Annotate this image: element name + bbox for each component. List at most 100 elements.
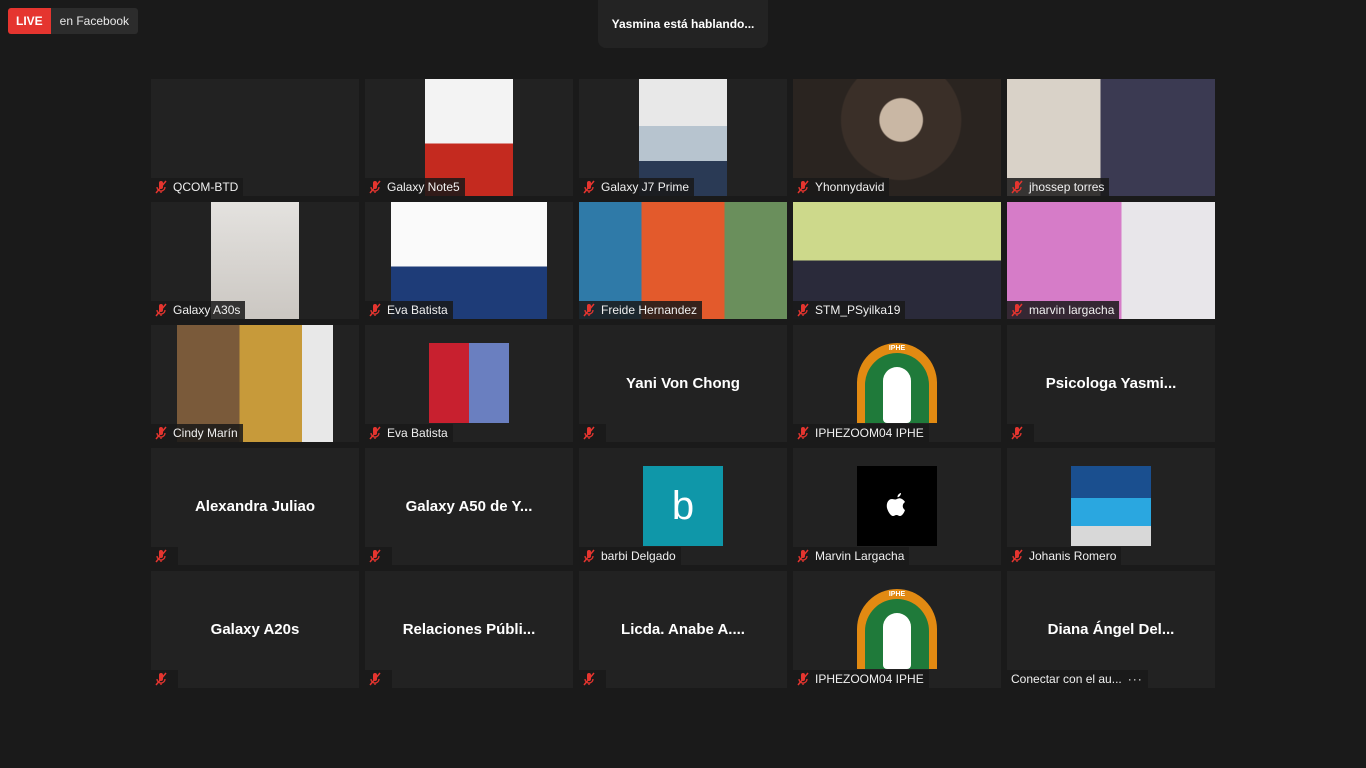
participant-tile[interactable]: IPHE IPHEZOOM04 IPHE	[793, 325, 1001, 442]
mic-muted-icon	[797, 180, 809, 194]
participant-label	[365, 547, 392, 565]
participant-label: Johanis Romero	[1007, 547, 1122, 565]
participant-display-name: Galaxy A20s	[210, 621, 300, 638]
iphe-logo: IPHE	[857, 589, 937, 669]
participant-name: STM_PSyilka19	[815, 303, 901, 317]
live-platform: en Facebook	[50, 8, 139, 34]
participant-label: marvin largacha	[1007, 301, 1120, 319]
apple-logo-icon	[857, 466, 937, 546]
participant-label	[151, 670, 178, 688]
gallery-grid: QCOM-BTD Galaxy Note5 Galaxy J7 Prime Yh…	[151, 79, 1215, 688]
participant-tile[interactable]: Alexandra Juliao	[151, 448, 359, 565]
participant-display-name: Galaxy A50 de Y...	[405, 498, 533, 515]
participant-tile[interactable]: Psicologa Yasmi...	[1007, 325, 1215, 442]
participant-display-name: Psicologa Yasmi...	[1045, 375, 1177, 392]
participant-label	[579, 424, 606, 442]
participant-tile[interactable]: b barbi Delgado	[579, 448, 787, 565]
profile-picture	[429, 343, 509, 423]
participant-tile[interactable]: Galaxy J7 Prime	[579, 79, 787, 196]
participant-display-name: Licda. Anabe A....	[621, 621, 745, 638]
participant-label: STM_PSyilka19	[793, 301, 906, 319]
mic-muted-icon	[369, 303, 381, 317]
participant-label: Marvin Largacha	[793, 547, 910, 565]
mic-muted-icon	[797, 549, 809, 563]
participant-name: IPHEZOOM04 IPHE	[815, 672, 924, 686]
mic-muted-icon	[1011, 303, 1023, 317]
mic-muted-icon	[583, 303, 595, 317]
participant-name: jhossep torres	[1029, 180, 1105, 194]
iphe-logo: IPHE	[857, 343, 937, 423]
participant-label: Yhonnydavid	[793, 178, 890, 196]
mic-muted-icon	[1011, 180, 1023, 194]
participant-tile[interactable]: Galaxy Note5	[365, 79, 573, 196]
live-indicator: LIVE	[8, 8, 51, 34]
participant-label: IPHEZOOM04 IPHE	[793, 424, 929, 442]
participant-name: IPHEZOOM04 IPHE	[815, 426, 924, 440]
participant-name: Cindy Marín	[173, 426, 238, 440]
mic-muted-icon	[583, 672, 595, 686]
participant-tile[interactable]: Eva Batista	[365, 325, 573, 442]
audio-connect-status: Conectar con el au...	[1011, 672, 1122, 686]
more-options-icon[interactable]: ···	[1128, 672, 1143, 686]
participant-tile[interactable]: Freide Hernandez	[579, 202, 787, 319]
participant-label	[1007, 424, 1034, 442]
participant-name: Freide Hernandez	[601, 303, 698, 317]
participant-name: marvin largacha	[1029, 303, 1115, 317]
letter-avatar: b	[643, 466, 723, 546]
participant-name: Eva Batista	[387, 303, 448, 317]
participant-tile[interactable]: Marvin Largacha	[793, 448, 1001, 565]
participant-tile[interactable]: marvin largacha	[1007, 202, 1215, 319]
mic-muted-icon	[1011, 426, 1023, 440]
participant-name: Galaxy A30s	[173, 303, 241, 317]
mic-muted-icon	[583, 426, 595, 440]
participant-tile[interactable]: Galaxy A30s	[151, 202, 359, 319]
mic-muted-icon	[369, 426, 381, 440]
active-speaker-banner: Yasmina está hablando...	[598, 0, 768, 48]
participant-label: Eva Batista	[365, 424, 453, 442]
participant-label: QCOM-BTD	[151, 178, 244, 196]
mic-muted-icon	[583, 180, 595, 194]
participant-tile[interactable]: Yani Von Chong	[579, 325, 787, 442]
participant-tile[interactable]: Johanis Romero	[1007, 448, 1215, 565]
participant-label: Galaxy J7 Prime	[579, 178, 695, 196]
mic-muted-icon	[155, 549, 167, 563]
participant-label: Galaxy Note5	[365, 178, 465, 196]
participant-tile[interactable]: Galaxy A20s	[151, 571, 359, 688]
mic-muted-icon	[797, 672, 809, 686]
participant-display-name: Relaciones Públi...	[402, 621, 536, 638]
participant-tile[interactable]: Yhonnydavid	[793, 79, 1001, 196]
mic-muted-icon	[155, 180, 167, 194]
participant-name: barbi Delgado	[601, 549, 676, 563]
mic-muted-icon	[369, 549, 381, 563]
mic-muted-icon	[797, 426, 809, 440]
participant-display-name: Alexandra Juliao	[194, 498, 316, 515]
participant-name: Yhonnydavid	[815, 180, 885, 194]
mic-muted-icon	[583, 549, 595, 563]
mic-muted-icon	[369, 672, 381, 686]
participant-tile[interactable]: Cindy Marín	[151, 325, 359, 442]
participant-name: QCOM-BTD	[173, 180, 239, 194]
participant-tile[interactable]: Diana Ángel Del... Conectar con el au...…	[1007, 571, 1215, 688]
participant-label: jhossep torres	[1007, 178, 1110, 196]
participant-label	[579, 670, 606, 688]
participant-tile[interactable]: STM_PSyilka19	[793, 202, 1001, 319]
live-badge[interactable]: LIVE en Facebook	[8, 8, 139, 34]
participant-tile[interactable]: Eva Batista	[365, 202, 573, 319]
participant-tile[interactable]: IPHE IPHEZOOM04 IPHE	[793, 571, 1001, 688]
participant-tile[interactable]: Relaciones Públi...	[365, 571, 573, 688]
participant-name: Galaxy Note5	[387, 180, 460, 194]
participant-name: Eva Batista	[387, 426, 448, 440]
participant-name: Marvin Largacha	[815, 549, 905, 563]
participant-name: Johanis Romero	[1029, 549, 1117, 563]
mic-muted-icon	[369, 180, 381, 194]
participant-tile[interactable]: QCOM-BTD	[151, 79, 359, 196]
mic-muted-icon	[155, 426, 167, 440]
participant-tile[interactable]: Licda. Anabe A....	[579, 571, 787, 688]
participant-label: Conectar con el au... ···	[1007, 670, 1148, 688]
participant-tile[interactable]: jhossep torres	[1007, 79, 1215, 196]
profile-picture	[1071, 466, 1151, 546]
participant-label: barbi Delgado	[579, 547, 681, 565]
mic-muted-icon	[155, 672, 167, 686]
participant-tile[interactable]: Galaxy A50 de Y...	[365, 448, 573, 565]
participant-label: Galaxy A30s	[151, 301, 246, 319]
